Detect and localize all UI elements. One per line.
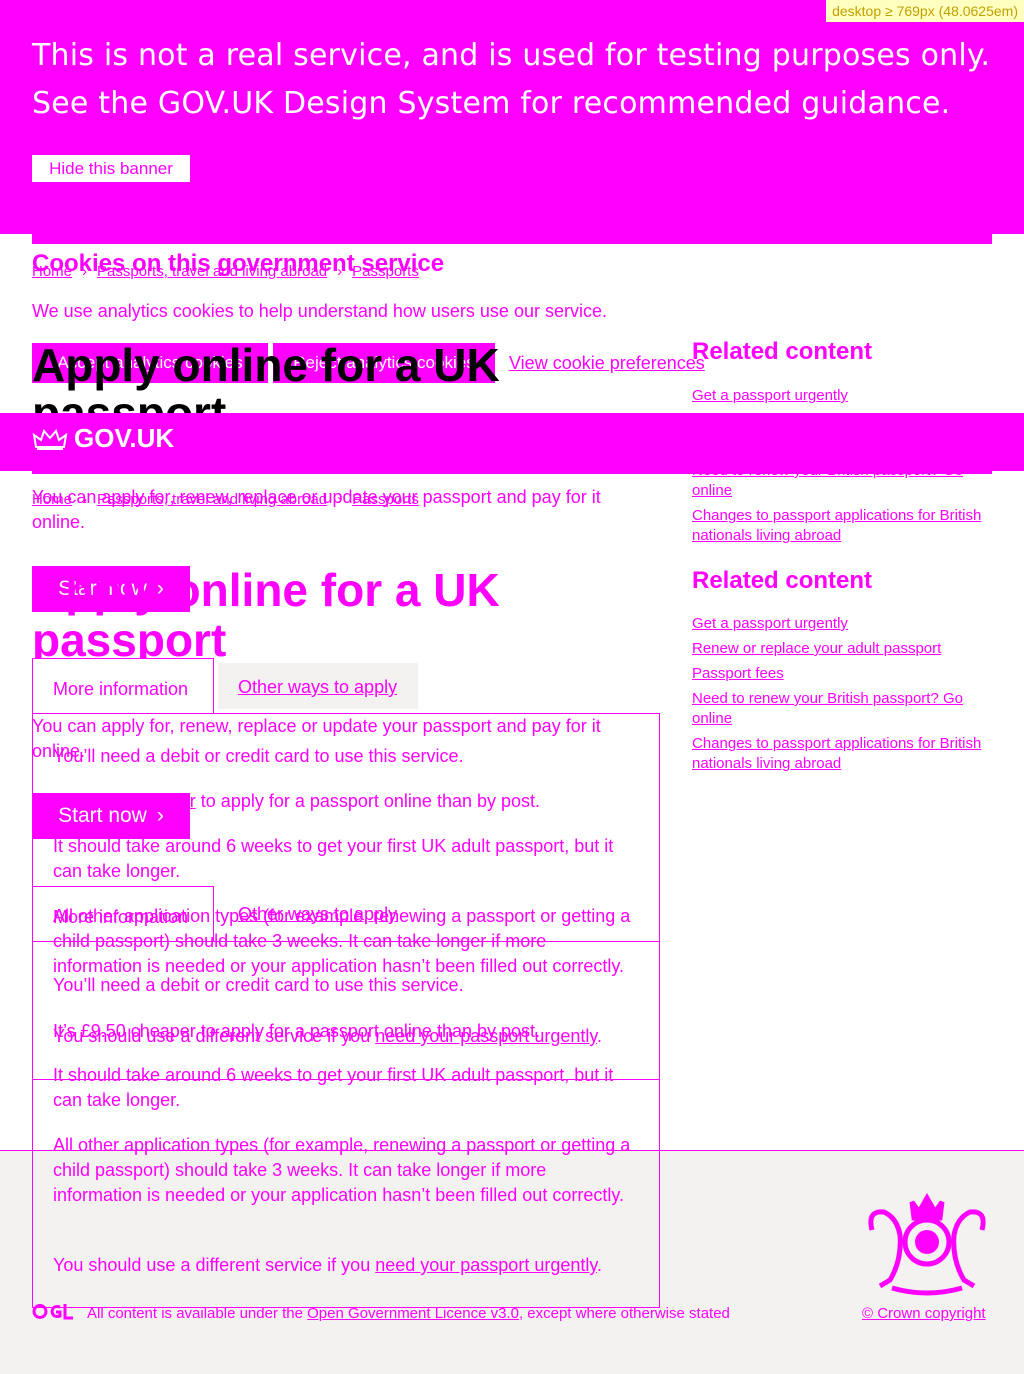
- breadcrumb-home[interactable]: Home: [32, 263, 72, 280]
- panel-debit-card-text: You’ll need a debit or credit card to us…: [53, 746, 464, 766]
- related-link-renew-online[interactable]: Need to renew your British passport? Go …: [692, 689, 982, 729]
- related-link-urgent[interactable]: Get a passport urgently: [692, 614, 848, 634]
- page-title-shadow-1: Apply online for a UK: [32, 339, 500, 391]
- crown-copyright-link[interactable]: © Crown copyright: [862, 1304, 986, 1324]
- tab-panel-outline-secondary: [32, 941, 660, 1080]
- panel-debit-card-text-secondary: You’ll need a debit or credit card to us…: [53, 975, 464, 995]
- phase-banner-line-2: See the GOV.UK Design System for recomme…: [32, 86, 951, 121]
- royal-coat-of-arms-icon: [868, 1192, 986, 1296]
- cookie-banner-edge: [32, 234, 992, 244]
- crown-icon: [32, 428, 68, 450]
- open-government-licence-link[interactable]: Open Government Licence v3.0: [307, 1305, 519, 1322]
- panel-urgent-text: You should use a different service if yo…: [53, 1026, 603, 1046]
- breadcrumb-passports-travel[interactable]: Passports, travel and living abroad: [97, 263, 327, 280]
- media-query-badge: desktop ≥ 769px (48.0625em): [826, 0, 1024, 22]
- breadcrumb-chevron-icon: ›: [82, 263, 88, 280]
- panel-6-weeks-text: It should take around 6 weeks to get you…: [53, 836, 614, 881]
- cookie-banner-text: We use analytics cookies to help underst…: [32, 301, 607, 321]
- panel-6-weeks-text-secondary: It should take around 6 weeks to get you…: [53, 1065, 614, 1110]
- govuk-logo[interactable]: GOV.UK: [32, 423, 174, 454]
- tab-other-ways-to-apply[interactable]: Other ways to apply: [218, 663, 418, 709]
- related-content-heading-shadow: Related content: [692, 338, 873, 365]
- panel-other-types-text-secondary: All other application types (for example…: [53, 1135, 631, 1205]
- panel-urgent-text-secondary: You should use a different service if yo…: [53, 1255, 603, 1275]
- phase-banner-text: This is not a real service, and is used …: [32, 32, 1002, 128]
- related-link-renew-replace[interactable]: Renew or replace your adult passport: [692, 639, 941, 659]
- ogl-icon: [32, 1304, 73, 1320]
- tab-more-information[interactable]: More information: [32, 658, 214, 714]
- footer-licence-text: All content is available under the Open …: [87, 1305, 730, 1322]
- breadcrumb-chevron-icon: ›: [337, 263, 343, 280]
- related-link-shadow-changes[interactable]: Changes to passport applications for Bri…: [692, 506, 982, 546]
- header-container: [32, 419, 992, 474]
- design-system-link[interactable]: GOV.UK Design System: [158, 86, 511, 121]
- breadcrumb-passports[interactable]: Passports: [352, 263, 419, 280]
- page-title-line-1: Apply online for a UK: [32, 564, 500, 616]
- cheaper-link[interactable]: cheaper: [131, 791, 196, 811]
- panel-cheaper-text: It’s £9.50 cheaper to apply for a passpo…: [130, 791, 541, 811]
- related-link-shadow-urgent[interactable]: Get a passport urgently: [692, 386, 848, 406]
- govuk-logo-text: GOV.UK: [74, 423, 175, 453]
- breadcrumb: Home › Passports, travel and living abroad…: [32, 262, 419, 282]
- related-link-fees[interactable]: Passport fees: [692, 664, 784, 684]
- related-link-changes[interactable]: Changes to passport applications for Bri…: [692, 734, 982, 774]
- need-passport-urgently-link-secondary[interactable]: need your passport urgently: [375, 1255, 597, 1275]
- hide-banner-button[interactable]: Hide this banner: [32, 155, 190, 182]
- need-passport-urgently-link[interactable]: need your passport urgently: [375, 1026, 597, 1046]
- related-content-heading: Related content: [692, 567, 873, 594]
- phase-banner-line-1: This is not a real service, and is used …: [32, 38, 991, 73]
- intro-text-shadow: You can apply for, renew, replace or upd…: [32, 487, 601, 532]
- view-cookie-preferences-link[interactable]: View cookie preferences: [509, 351, 705, 376]
